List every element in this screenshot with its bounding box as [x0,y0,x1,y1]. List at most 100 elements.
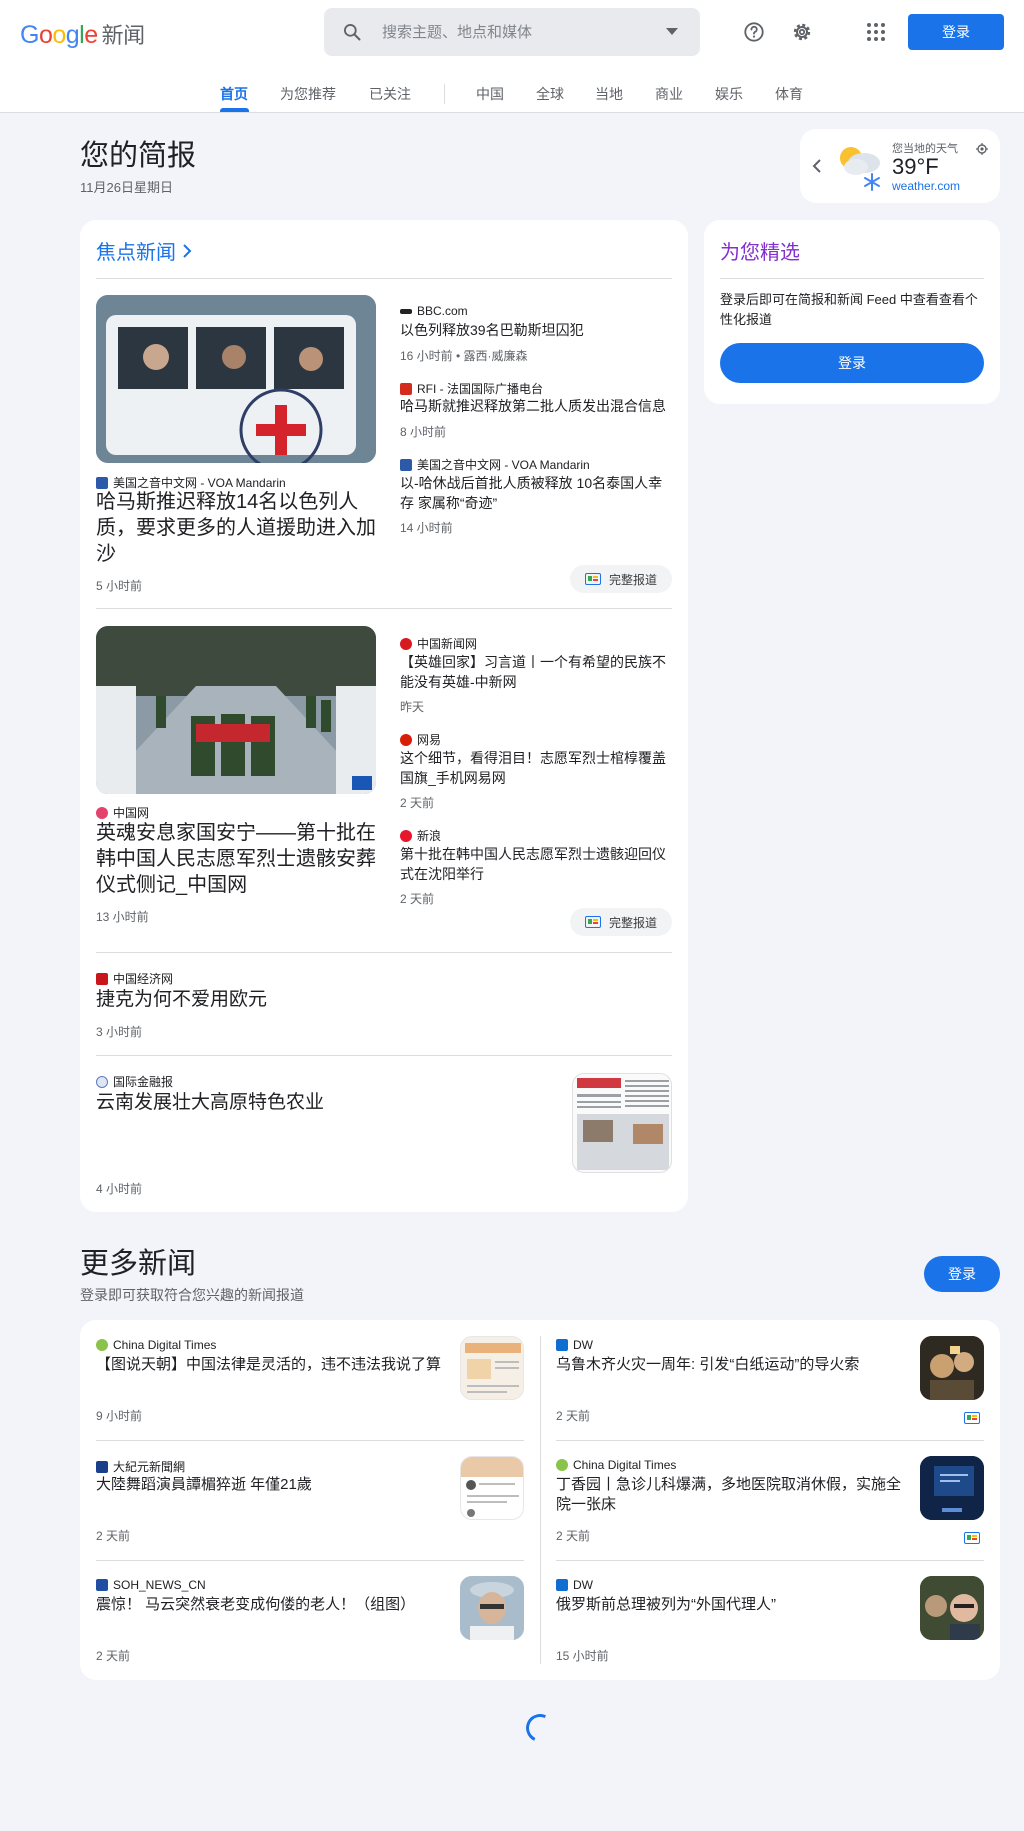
article-headline[interactable]: 英魂安息家国安宁——第十批在韩中国人民志愿军烈士遗骸安葬仪式侧记_中国网 [96,820,376,898]
ce-favicon-icon [96,972,108,985]
tab-following[interactable]: 已关注 [369,84,411,104]
article-headline[interactable]: 以色列释放39名巴勒斯坦囚犯 [400,320,672,340]
source-name: China Digital Times [573,1458,677,1472]
article-source: 新浪 [400,827,441,844]
tab-world[interactable]: 全球 [536,84,564,104]
tab-sports[interactable]: 体育 [775,84,803,104]
chevron-left-icon[interactable] [812,159,822,173]
help-icon[interactable] [734,12,774,52]
divider [556,1440,984,1441]
more-news-subtitle: 登录即可获取符合您兴趣的新闻报道 [80,1287,304,1303]
tab-for-you[interactable]: 为您推荐 [280,84,336,104]
chevron-right-icon [183,243,192,258]
soh-favicon-icon [96,1579,108,1591]
logo-letter: G [20,21,39,49]
article-thumbnail[interactable] [920,1576,984,1640]
chinanews-favicon-icon [400,637,412,650]
weather-widget[interactable]: 您当地的天气 39°F weather.com [800,129,1000,203]
article-thumbnail[interactable] [460,1576,524,1640]
article-thumbnail[interactable] [460,1336,524,1400]
top-header: Google新闻 登录 首页 为您推荐 已关注 中国 全球 当地 商业 娱乐 体… [0,0,1024,113]
source-name: RFI - 法国国际广播电台 [417,382,543,396]
article-headline[interactable]: 第十批在韩中国人民志愿军烈士遗骸迎回仪式在沈阳举行 [400,844,672,884]
article-headline[interactable]: 捷克为何不爱用欧元 [96,987,566,1013]
netease-favicon-icon [400,733,412,746]
more-news-sign-in-button[interactable]: 登录 [924,1256,1000,1292]
article-headline[interactable]: 震惊！ 马云突然衰老变成佝偻的老人！（组图） [96,1595,446,1615]
full-coverage-icon [964,1412,980,1424]
picks-sign-in-button[interactable]: 登录 [720,343,984,383]
full-coverage-button[interactable]: 完整报道 [570,565,672,593]
article-source: 美国之音中文网 - VOA Mandarin [400,456,590,473]
divider [720,278,984,279]
ifn-favicon-icon [96,1075,108,1088]
tab-home[interactable]: 首页 [220,84,248,104]
bbc-favicon-icon [400,308,412,314]
article-headline[interactable]: 这个细节，看得泪目！志愿军烈士棺椁覆盖国旗_手机网易网 [400,748,672,788]
gear-icon[interactable] [782,12,822,52]
logo-suffix: 新闻 [101,23,146,48]
article-time: 4 小时前 [96,1182,143,1196]
divider [96,952,672,953]
full-coverage-button[interactable] [960,1529,984,1547]
tab-local[interactable]: 当地 [595,84,623,104]
column-divider [540,1336,541,1664]
source-name: SOH_NEWS_CN [113,1578,206,1592]
apps-grid-icon[interactable] [856,12,896,52]
google-news-logo[interactable]: Google 新闻 [20,18,145,50]
search-input[interactable] [382,20,642,44]
search-icon[interactable] [342,22,362,42]
article-time: 2 天前 [400,892,435,906]
search-box[interactable] [324,8,700,56]
article-thumbnail[interactable] [920,1336,984,1400]
logo-letter: o [52,21,66,49]
tab-china[interactable]: 中国 [476,84,504,104]
article-headline[interactable]: 大陸舞蹈演員譚楣猝逝 年僅21歲 [96,1475,446,1495]
more-news-card: China Digital Times 【图说天朝】中国法律是灵活的，违不违法我… [80,1320,1000,1680]
tab-entertainment[interactable]: 娱乐 [715,84,743,104]
article-headline[interactable]: 以-哈休战后首批人质被释放 10名泰国人幸存 家属称“奇迹” [400,473,672,513]
article-headline[interactable]: 俄罗斯前总理被列为“外国代理人” [556,1595,906,1615]
nav-tabs: 首页 为您推荐 已关注 中国 全球 当地 商业 娱乐 体育 [0,74,1024,113]
article-headline[interactable]: 哈马斯推迟释放14名以色列人质，要求更多的人道援助进入加沙 [96,489,376,567]
article-time: 15 小时前 [556,1649,609,1663]
divider [96,608,672,609]
top-stories-heading-link[interactable]: 焦点新闻 [96,236,192,265]
article-headline[interactable]: 【英雄回家】习言道丨一个有希望的民族不能没有英雄-中新网 [400,652,672,692]
source-name: 中国经济网 [113,972,174,986]
article-time: 2 天前 [96,1529,131,1543]
weather-source-link[interactable]: weather.com [892,179,960,193]
divider [96,1440,524,1441]
article-image-honor-guard[interactable] [96,626,376,794]
cdt-favicon-icon [96,1339,108,1351]
chevron-down-icon[interactable] [666,28,678,36]
picks-heading: 为您精选 [720,242,800,264]
full-coverage-button[interactable]: 完整报道 [570,908,672,936]
tab-business[interactable]: 商业 [655,84,683,104]
article-image-newspaper[interactable] [572,1073,672,1173]
article-headline[interactable]: 云南发展壮大高原特色农业 [96,1090,566,1116]
article-time: 2 天前 [556,1529,591,1543]
article-headline[interactable]: 乌鲁木齐火灾一周年: 引发“白纸运动”的导火索 [556,1355,906,1375]
dw-favicon-icon [556,1339,568,1351]
article-headline[interactable]: 丁香园丨急诊儿科爆满，多地医院取消休假，实施全院一张床 [556,1475,906,1515]
dw-favicon-icon [556,1579,568,1591]
article-source: SOH_NEWS_CN [96,1578,206,1592]
article-headline[interactable]: 哈马斯就推迟释放第二批人质发出混合信息 [400,396,672,416]
article-time: 2 天前 [96,1649,131,1663]
location-icon[interactable] [976,143,988,155]
article-headline[interactable]: 【图说天朝】中国法律是灵活的，违不违法我说了算 [96,1355,446,1375]
article-thumbnail[interactable] [460,1456,524,1520]
article-time: 3 小时前 [96,1025,143,1039]
cdt-favicon-icon [556,1459,568,1471]
article-time: 2 天前 [400,796,435,810]
article-image-ambulance[interactable] [96,295,376,463]
sign-in-button[interactable]: 登录 [908,14,1004,50]
article-time: 2 天前 [556,1409,591,1423]
article-time: 14 小时前 [400,521,453,535]
article-thumbnail[interactable] [920,1456,984,1520]
full-coverage-button[interactable] [960,1409,984,1427]
more-news-title: 更多新闻 [80,1248,197,1280]
article-source: RFI - 法国国际广播电台 [400,380,543,397]
top-stories-card: 焦点新闻 美国之音中文网 - VOA Mandarin 哈马斯推迟释放14名以色… [80,220,688,1212]
